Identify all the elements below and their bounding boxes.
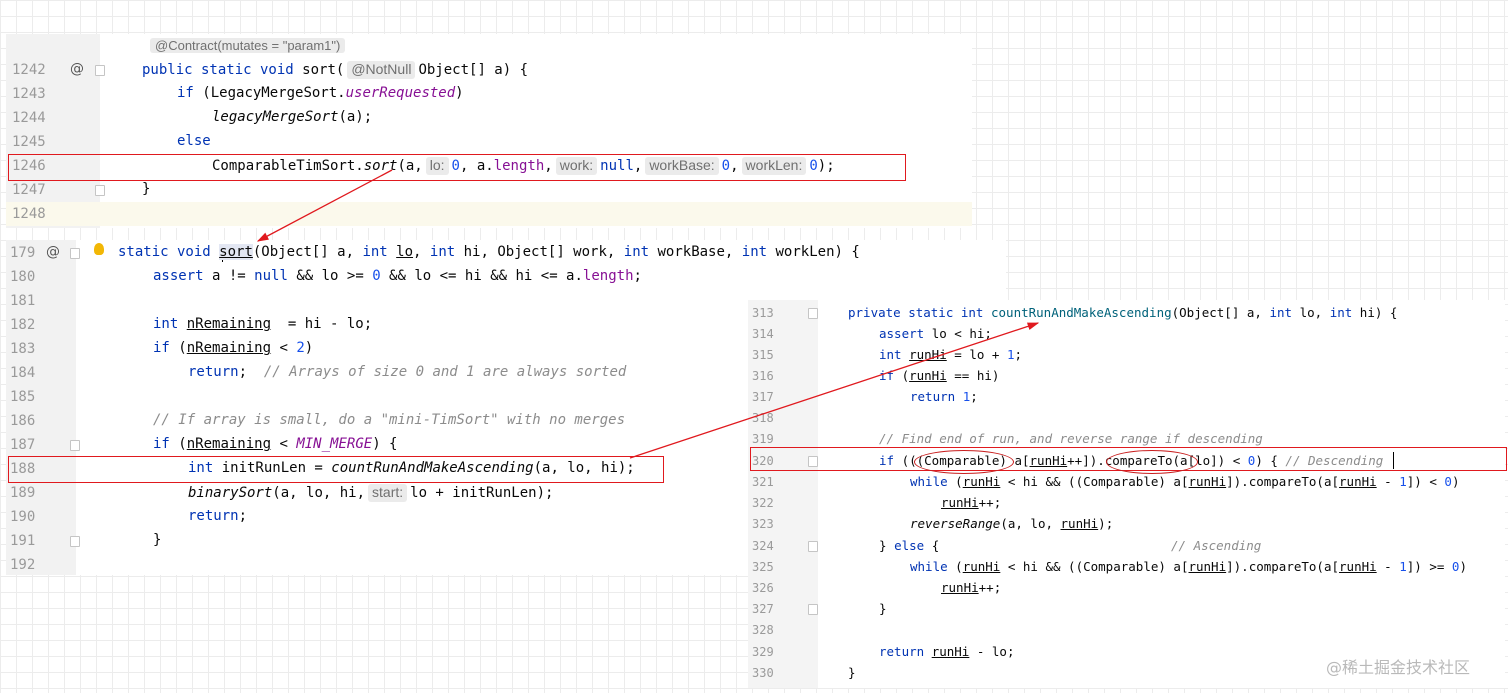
current-line-highlight: 1248 xyxy=(6,202,972,226)
line-number: 1247 xyxy=(12,182,46,198)
line-number: 330 xyxy=(752,666,774,680)
code-line: 1242 @ public static void sort(@NotNull O… xyxy=(12,61,529,79)
circle-comparable-cast xyxy=(914,450,1014,474)
line-number: 186 xyxy=(10,413,36,429)
line-number: 329 xyxy=(752,645,774,659)
code-line: @Contract(mutates = "param1") xyxy=(6,36,972,60)
code-line: 324 } else { // Ascending xyxy=(752,538,1262,553)
code-line: 319 // Find end of run, and reverse rang… xyxy=(752,431,1263,446)
line-number: 1248 xyxy=(12,206,46,222)
line-number: 1242 xyxy=(12,62,46,78)
line-number: 182 xyxy=(10,317,36,333)
line-number: 185 xyxy=(10,389,36,405)
fold-marker-icon[interactable] xyxy=(808,541,818,552)
fold-marker-icon[interactable] xyxy=(95,65,105,76)
fold-marker-icon[interactable] xyxy=(70,248,80,259)
code-line: 1247 } xyxy=(12,181,151,198)
code-line: 179 @ static void sort(Object[] a, int l… xyxy=(10,243,860,262)
line-number: 318 xyxy=(752,411,774,425)
code-line: 318 xyxy=(748,407,1505,428)
highlight-box-line-1246 xyxy=(8,154,906,181)
code-line: 327 } xyxy=(752,601,887,616)
override-at-icon[interactable]: @ xyxy=(70,61,84,77)
highlight-box-line-188 xyxy=(8,456,664,483)
code-line: 322 runHi++; xyxy=(752,495,1002,510)
code-panel-arrays-sort: @Contract(mutates = "param1") 1242 @ pub… xyxy=(6,34,972,228)
line-number: 321 xyxy=(752,475,774,489)
code-panel-count-run: 313 private static int countRunAndMakeAs… xyxy=(748,300,1505,688)
fold-marker-icon[interactable] xyxy=(70,536,80,547)
line-number: 323 xyxy=(752,517,774,531)
line-number: 325 xyxy=(752,560,774,574)
code-line: 328 xyxy=(748,619,1505,640)
code-line: 315 int runHi = lo + 1; xyxy=(752,347,1023,362)
line-number: 328 xyxy=(752,623,774,637)
line-number: 314 xyxy=(752,327,774,341)
code-line: 1245 else xyxy=(12,133,211,150)
line-number: 316 xyxy=(752,369,774,383)
code-line: 325 while (runHi < hi && ((Comparable) a… xyxy=(752,559,1467,574)
contract-annotation-hint: @Contract(mutates = "param1") xyxy=(150,38,346,53)
line-number: 317 xyxy=(752,390,774,404)
line-number: 183 xyxy=(10,341,36,357)
line-number: 179 xyxy=(10,245,36,261)
line-number: 324 xyxy=(752,539,774,553)
code-line: 180 assert a != null && lo >= 0 && lo <=… xyxy=(10,268,642,285)
code-line: 1243 if (LegacyMergeSort.userRequested) xyxy=(12,85,464,102)
line-number: 192 xyxy=(10,557,36,573)
fold-marker-icon[interactable] xyxy=(808,308,818,319)
line-number: 319 xyxy=(752,432,774,446)
override-at-icon[interactable]: @ xyxy=(46,244,60,260)
code-line: 326 runHi++; xyxy=(752,580,1002,595)
line-number: 191 xyxy=(10,533,36,549)
line-number: 181 xyxy=(10,293,36,309)
code-line: 316 if (runHi == hi) xyxy=(752,368,1000,383)
line-number: 1245 xyxy=(12,134,46,150)
code-line: 317 return 1; xyxy=(752,389,978,404)
line-number: 1243 xyxy=(12,86,46,102)
line-number: 1244 xyxy=(12,110,46,126)
fold-marker-icon[interactable] xyxy=(70,440,80,451)
code-line: 323 reverseRange(a, lo, runHi); xyxy=(752,516,1114,531)
start-hint: start: xyxy=(368,484,408,502)
circle-compareto-call xyxy=(1106,450,1198,474)
watermark: @稀土掘金技术社区 xyxy=(1326,658,1471,677)
fold-marker-icon[interactable] xyxy=(95,185,105,196)
line-number: 190 xyxy=(10,509,36,525)
line-number: 180 xyxy=(10,269,36,285)
line-number: 315 xyxy=(752,348,774,362)
lightbulb-icon[interactable] xyxy=(94,243,104,255)
line-number: 322 xyxy=(752,496,774,510)
line-number: 187 xyxy=(10,437,36,453)
line-number: 326 xyxy=(752,581,774,595)
line-number: 189 xyxy=(10,485,36,501)
code-line: 1244 legacyMergeSort(a); xyxy=(12,109,373,126)
code-line: 314 assert lo < hi; xyxy=(752,326,992,341)
line-number: 184 xyxy=(10,365,36,381)
line-number: 327 xyxy=(752,602,774,616)
code-line: 321 while (runHi < hi && ((Comparable) a… xyxy=(752,474,1460,489)
notnull-hint: @NotNull xyxy=(347,61,416,79)
code-line: 313 private static int countRunAndMakeAs… xyxy=(752,305,1398,320)
fold-marker-icon[interactable] xyxy=(808,604,818,615)
line-number: 313 xyxy=(752,306,774,320)
